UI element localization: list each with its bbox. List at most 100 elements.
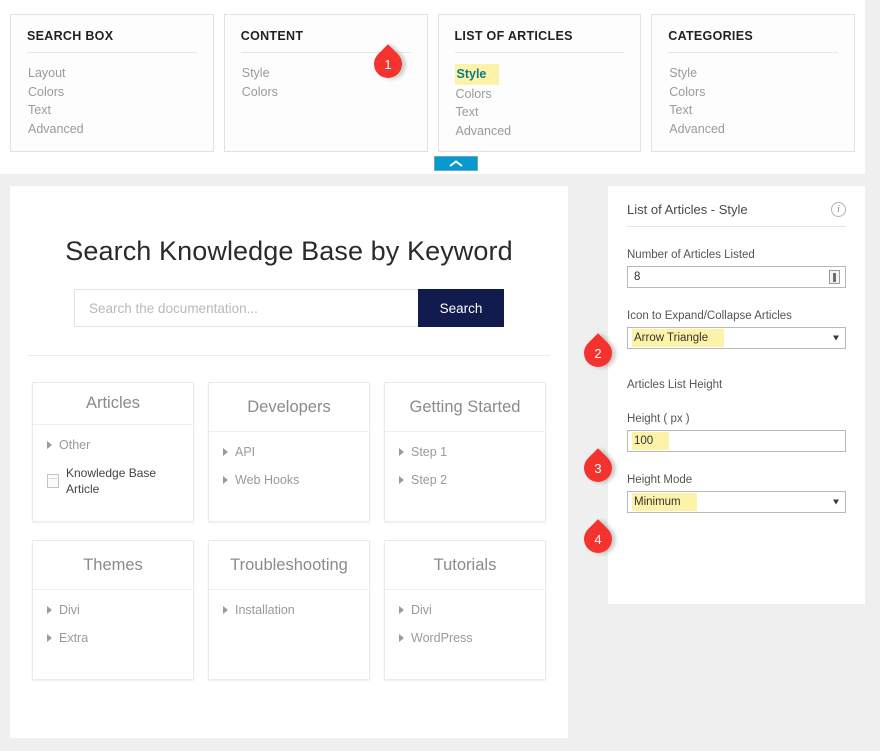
info-icon[interactable]: i [831,202,846,217]
search-input[interactable] [74,289,418,327]
category-card-head: Themes [33,541,193,590]
callout-number: 2 [584,339,612,367]
category-card-themes[interactable]: Themes Divi Extra [32,540,194,680]
triangle-right-icon [399,634,404,642]
tab-card-title: CATEGORIES [668,29,838,53]
field-value: Minimum [632,493,697,511]
callout-marker-3: 3 [584,454,630,482]
category-link[interactable]: Step 1 [399,444,531,460]
category-card-body: API Web Hooks [209,432,369,521]
triangle-right-icon [223,476,228,484]
category-card-title: Getting Started [410,398,521,417]
category-link-label: WordPress [411,630,473,646]
height-mode-select[interactable]: Minimum [627,491,846,513]
callout-number: 4 [584,525,612,553]
settings-panel: List of Articles - Style i Number of Art… [608,186,865,604]
number-of-articles-input[interactable]: 8 [627,266,846,288]
tab-item-colors[interactable]: Colors [241,83,279,102]
tab-item-advanced[interactable]: Advanced [668,120,726,139]
kb-header: Search Knowledge Base by Keyword Search [10,186,568,356]
field-label: Height ( px ) [627,413,846,425]
field-height-mode: Height Mode Minimum [627,474,846,513]
expand-icon-select[interactable]: Arrow Triangle [627,327,846,349]
category-link[interactable]: API [223,444,355,460]
tab-item-text[interactable]: Text [455,103,480,122]
number-stepper-icon[interactable] [829,270,840,284]
category-card-head: Tutorials [385,541,545,590]
category-link-label: Step 2 [411,472,447,488]
triangle-right-icon [223,448,228,456]
field-number-of-articles: Number of Articles Listed 8 [627,249,846,288]
field-label: Number of Articles Listed [627,249,846,261]
category-card-head: Developers [209,383,369,432]
tab-card-items: Style Colors Text Advanced [455,64,625,140]
category-card-body: Divi WordPress [385,590,545,679]
category-card-getting-started[interactable]: Getting Started Step 1 Step 2 [384,382,546,522]
category-card-tutorials[interactable]: Tutorials Divi WordPress [384,540,546,680]
category-card-body: Installation [209,590,369,679]
tab-item-text[interactable]: Text [668,101,693,120]
category-card-developers[interactable]: Developers API Web Hooks [208,382,370,522]
category-card-body: Step 1 Step 2 [385,432,545,521]
field-label: Height Mode [627,474,846,486]
category-link[interactable]: Web Hooks [223,472,355,488]
callout-marker-2: 2 [584,339,630,367]
category-link[interactable]: Divi [399,602,531,618]
category-link-label: API [235,444,255,460]
field-label: Icon to Expand/Collapse Articles [627,310,846,322]
kb-search-bar: Search [74,289,504,327]
tab-item-style-active[interactable]: Style [455,64,500,85]
category-link-label: Divi [411,602,432,618]
category-link[interactable]: Divi [47,602,179,618]
category-card-articles[interactable]: Articles Other Knowledge Base Article [32,382,194,522]
tab-item-colors[interactable]: Colors [27,83,65,102]
category-card-head: Troubleshooting [209,541,369,590]
tab-item-advanced[interactable]: Advanced [455,122,513,141]
collapse-panel-button[interactable] [434,156,478,171]
category-link[interactable]: Extra [47,630,179,646]
category-link[interactable]: Other [47,437,179,453]
tab-card-title: LIST OF ARTICLES [455,29,625,53]
search-button[interactable]: Search [418,289,504,327]
chevron-up-icon [449,160,463,168]
category-link-label: Divi [59,602,80,618]
triangle-right-icon [399,448,404,456]
tab-card-categories[interactable]: CATEGORIES Style Colors Text Advanced [651,14,855,152]
tab-card-search-box[interactable]: SEARCH BOX Layout Colors Text Advanced [10,14,214,152]
field-expand-collapse-icon: Icon to Expand/Collapse Articles Arrow T… [627,310,846,349]
height-px-input[interactable]: 100 [627,430,846,452]
tab-item-style[interactable]: Style [241,64,271,83]
category-card-head: Articles [33,383,193,425]
tab-card-items: Layout Colors Text Advanced [27,64,197,138]
triangle-right-icon [399,476,404,484]
tab-card-list-of-articles[interactable]: LIST OF ARTICLES Style Colors Text Advan… [438,14,642,152]
callout-number: 3 [584,454,612,482]
category-link[interactable]: Step 2 [399,472,531,488]
category-card-troubleshooting[interactable]: Troubleshooting Installation [208,540,370,680]
category-card-grid: Articles Other Knowledge Base Article De… [10,356,568,680]
field-value: 100 [632,432,669,450]
field-value: 8 [634,271,640,283]
category-link-label: Extra [59,630,88,646]
document-icon [47,474,59,488]
tab-item-layout[interactable]: Layout [27,64,67,83]
category-card-title: Articles [86,394,140,413]
category-link[interactable]: Knowledge Base Article [47,465,179,497]
category-link-label: Installation [235,602,295,618]
category-link[interactable]: Installation [223,602,355,618]
tab-item-colors[interactable]: Colors [455,85,493,104]
category-card-title: Developers [247,398,330,417]
tab-item-style[interactable]: Style [668,64,698,83]
category-card-title: Themes [83,556,143,575]
triangle-right-icon [399,606,404,614]
triangle-right-icon [47,606,52,614]
triangle-right-icon [47,634,52,642]
category-link[interactable]: WordPress [399,630,531,646]
tab-item-text[interactable]: Text [27,101,52,120]
tab-item-advanced[interactable]: Advanced [27,120,85,139]
category-link-label: Step 1 [411,444,447,460]
tab-item-colors[interactable]: Colors [668,83,706,102]
tab-card-content[interactable]: CONTENT Style Colors [224,14,428,152]
callout-marker-1: 1 [374,50,420,78]
category-link-label: Other [59,437,90,453]
